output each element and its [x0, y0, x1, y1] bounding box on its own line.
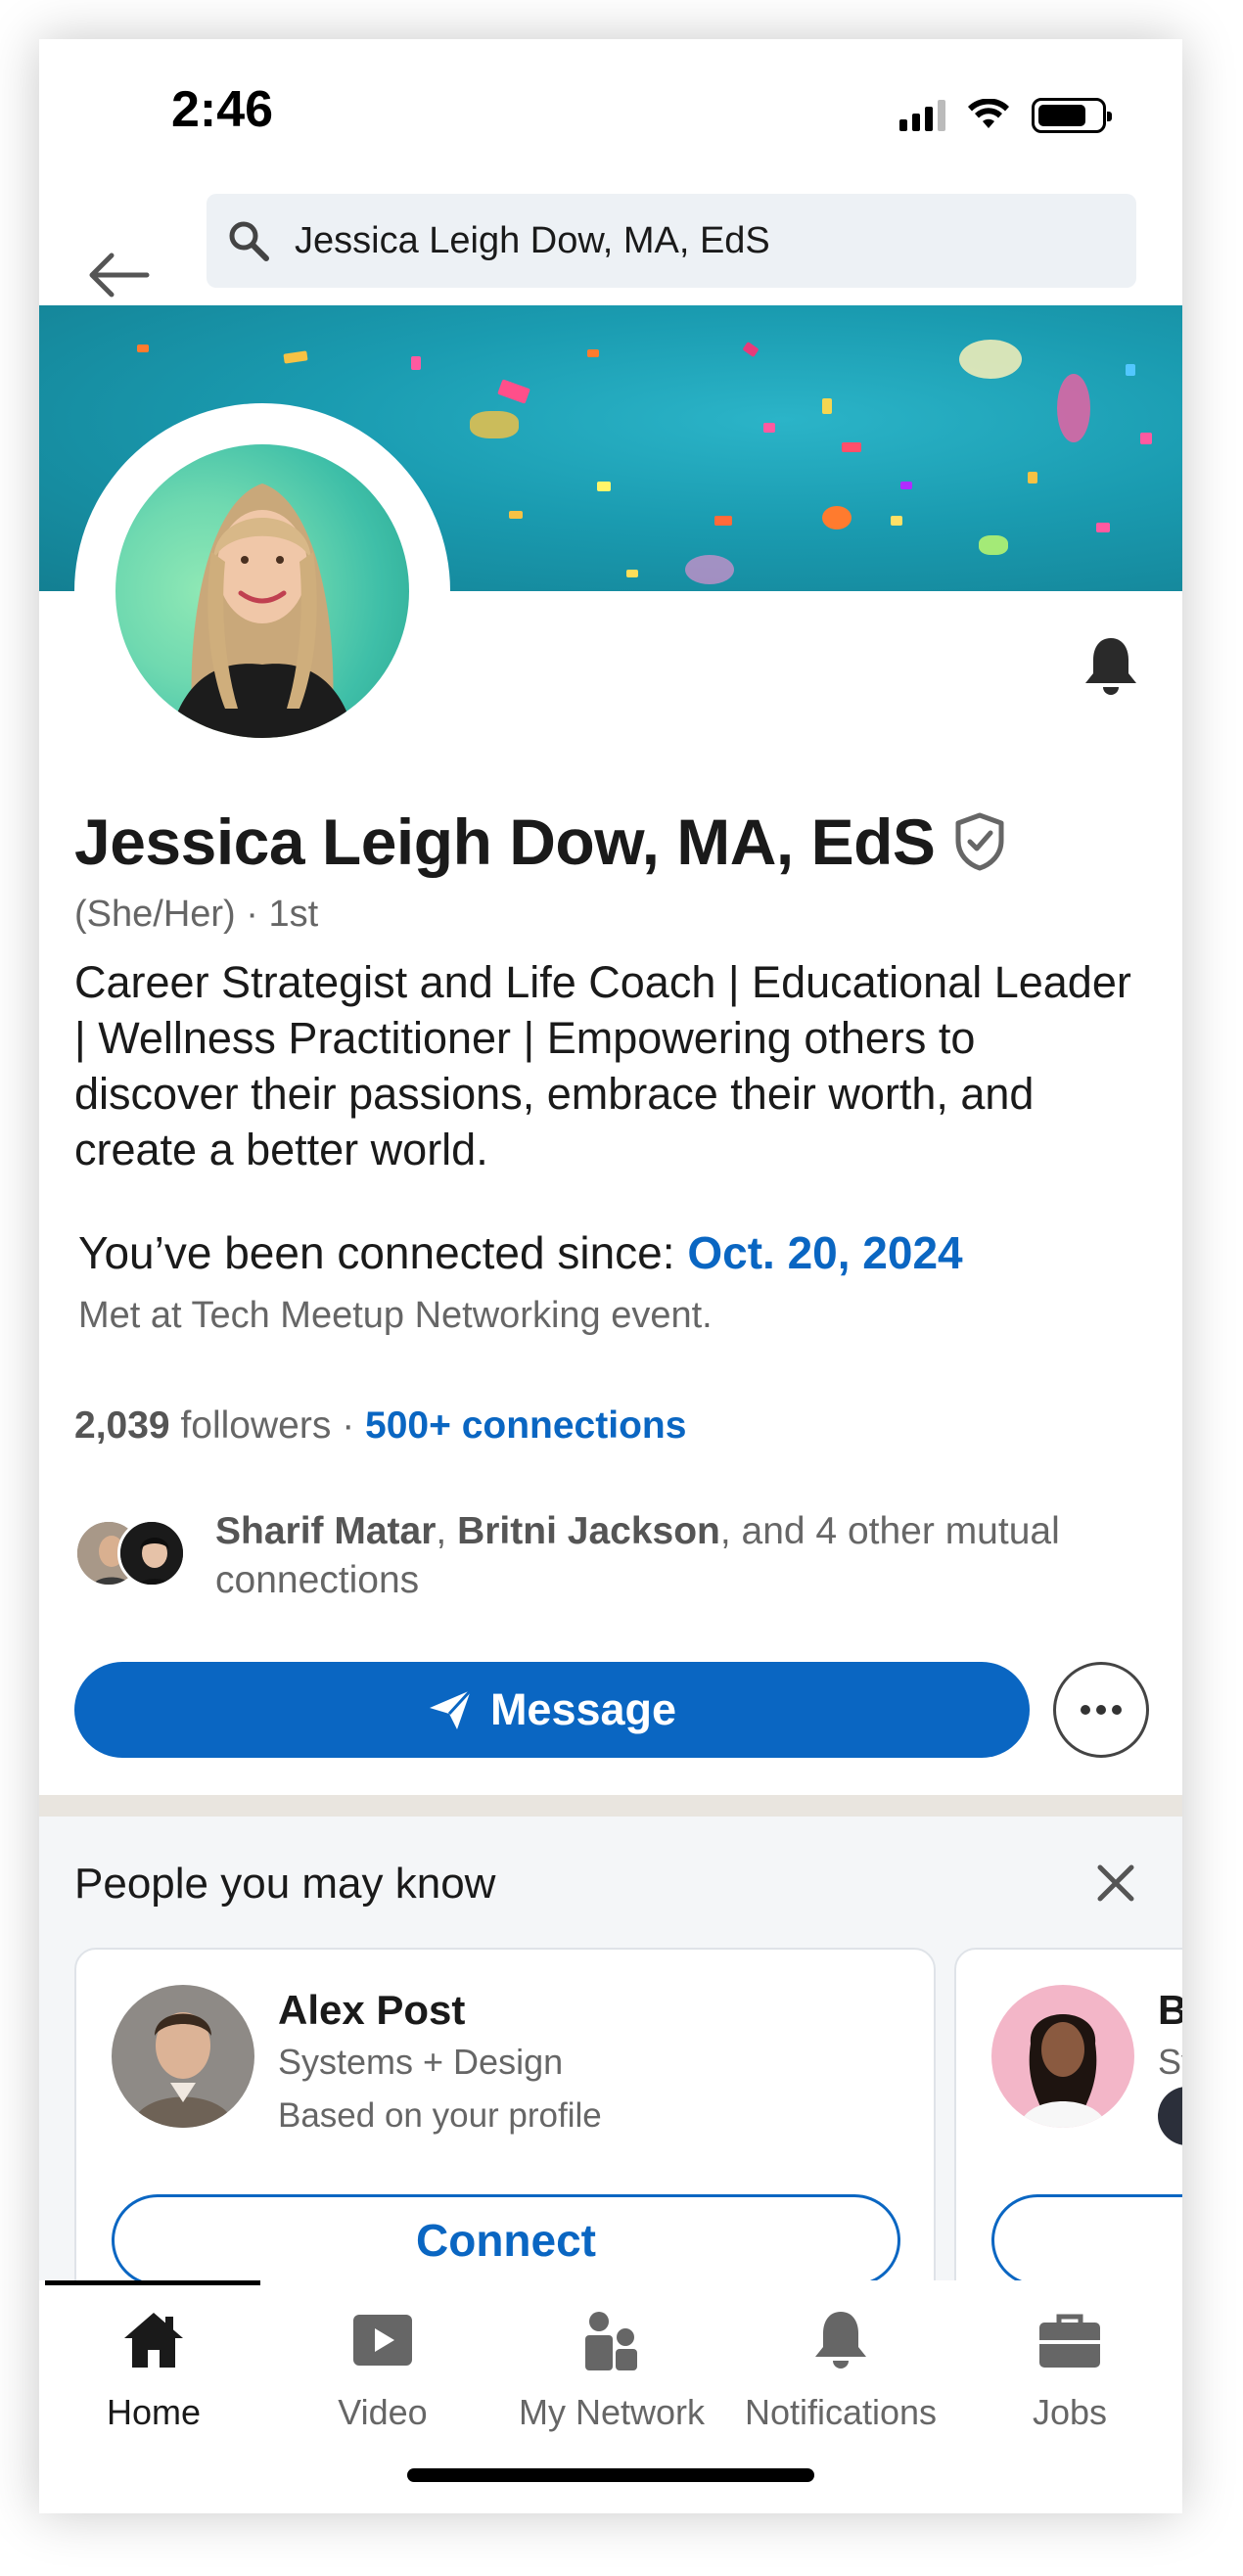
briefcase-icon [1039, 2306, 1100, 2374]
bell-icon [811, 2306, 870, 2374]
close-button[interactable] [1086, 1854, 1145, 1912]
profile-name: Jessica Leigh Dow, MA, EdS [74, 805, 1007, 879]
pronouns-degree: (She/Her) · 1st [74, 894, 318, 936]
battery-icon [1032, 98, 1112, 133]
close-icon [1097, 1864, 1134, 1902]
person-avatar [991, 1985, 1134, 2128]
send-icon [428, 1688, 473, 1731]
status-icons [899, 96, 1112, 135]
mutual-person-2: Britni Jackson [457, 1510, 720, 1552]
nav-home[interactable]: Home [39, 2306, 268, 2433]
profile-name-text: Jessica Leigh Dow, MA, EdS [74, 805, 936, 878]
connected-label: You’ve been connected since: [78, 1227, 675, 1278]
met-note: Met at Tech Meetup Networking event. [78, 1295, 713, 1336]
stats-separator: · [342, 1404, 355, 1447]
bell-icon [1085, 638, 1136, 695]
mutual-person-1: Sharif Matar [215, 1510, 437, 1552]
connect-button[interactable]: Connect [112, 2194, 900, 2286]
connections-link[interactable]: 500+ connections [365, 1404, 686, 1447]
more-options-button[interactable] [1053, 1662, 1149, 1758]
home-indicator[interactable] [407, 2468, 814, 2482]
nav-notifications[interactable]: Notifications [726, 2306, 955, 2433]
phone-screen: 2:46 Jessica Leigh Dow, MA, EdS Jessica … [39, 39, 1182, 2513]
section-divider [39, 1795, 1182, 1817]
profile-stats: 2,039 followers · 500+ connections [74, 1404, 686, 1448]
person-reason: Based on your profile [278, 2096, 602, 2135]
mutual-connections-text[interactable]: Sharif Matar, Britni Jackson, and 4 othe… [215, 1507, 1155, 1605]
active-tab-indicator [45, 2280, 260, 2285]
nav-my-network[interactable]: My Network [497, 2306, 726, 2433]
back-button[interactable] [84, 241, 153, 309]
section-title: People you may know [74, 1860, 496, 1908]
connect-button[interactable] [991, 2194, 1182, 2286]
person-name[interactable]: Alex Post [278, 1987, 465, 2034]
followers-count: 2,039 [74, 1404, 170, 1447]
mutual-avatar [1158, 2087, 1182, 2145]
video-icon [353, 2306, 412, 2374]
profile-avatar[interactable] [115, 444, 409, 738]
mutual-connections-avatars[interactable] [74, 1519, 202, 1589]
people-you-may-know-section: People you may know Alex Post Systems + … [39, 1817, 1182, 2359]
verified-shield-icon[interactable] [952, 811, 1007, 872]
cellular-signal-icon [899, 100, 945, 131]
profile-headline: Career Strategist and Life Coach | Educa… [74, 957, 1131, 1174]
connection-degree: · 1st [246, 894, 319, 935]
nav-video[interactable]: Video [268, 2306, 497, 2433]
nav-jobs[interactable]: Jobs [955, 2306, 1182, 2433]
pronouns: (She/Her) [74, 894, 236, 935]
mutual-avatar-2 [117, 1519, 186, 1587]
status-time: 2:46 [171, 81, 274, 138]
home-icon [122, 2306, 185, 2374]
search-bar[interactable]: Jessica Leigh Dow, MA, EdS [207, 194, 1136, 288]
my-network-icon [582, 2306, 641, 2374]
wifi-icon [968, 99, 1009, 128]
person-title: Systems + Design [278, 2042, 564, 2082]
message-button[interactable]: Message [74, 1662, 1030, 1758]
ellipsis-icon [1081, 1705, 1122, 1715]
nav-label: Home [106, 2392, 202, 2432]
person-title: Sy [1158, 2042, 1182, 2082]
nav-label: Notifications [744, 2392, 938, 2432]
nav-label: Video [338, 2392, 428, 2432]
search-query[interactable]: Jessica Leigh Dow, MA, EdS [295, 220, 770, 262]
person-avatar [112, 1985, 254, 2128]
notification-bell-button[interactable] [1077, 626, 1145, 705]
connected-since: You’ve been connected since: Oct. 20, 20… [78, 1226, 963, 1279]
followers-label: followers [180, 1404, 332, 1447]
back-arrow-icon [89, 253, 150, 298]
nav-label: My Network [518, 2392, 706, 2432]
person-name[interactable]: B [1158, 1987, 1182, 2034]
search-icon [224, 216, 273, 265]
message-button-label: Message [489, 1684, 677, 1734]
mutual-separator: , [436, 1510, 447, 1552]
nav-label: Jobs [1032, 2392, 1108, 2432]
connected-date[interactable]: Oct. 20, 2024 [687, 1227, 962, 1278]
